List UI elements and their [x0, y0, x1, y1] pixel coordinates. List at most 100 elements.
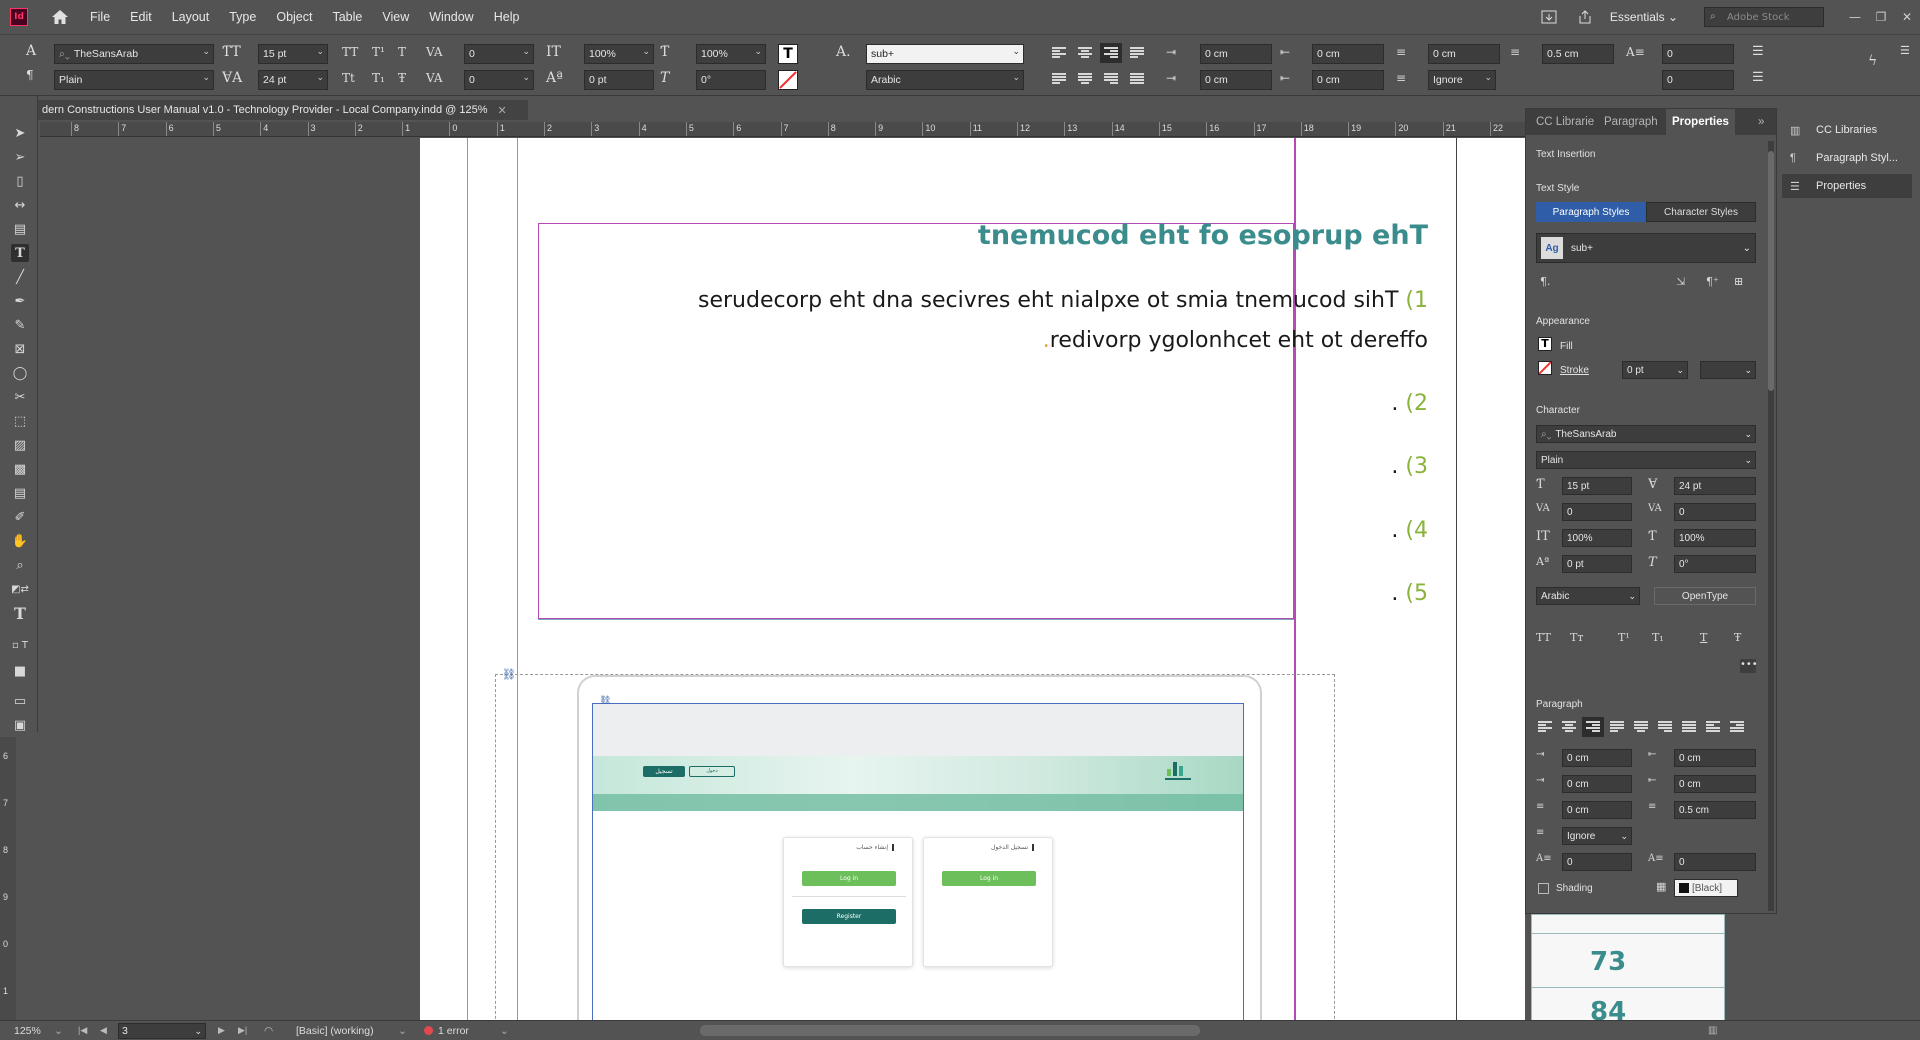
pen-tool-icon[interactable]: ✒	[11, 292, 29, 310]
underline-icon[interactable]: T	[1700, 631, 1707, 644]
page-number-field[interactable]: 3 ⌄	[118, 1023, 206, 1039]
paragraph-1-line-2[interactable]: .redivorp ygolonhcet eht ot dereffo	[1043, 328, 1428, 353]
stroke-type-field[interactable]: ⌄	[1700, 361, 1756, 379]
free-transform-tool-icon[interactable]: ⬚	[11, 412, 29, 430]
font-size-field[interactable]: 15 pt ⌄	[258, 44, 328, 64]
gradient-swatch-tool-icon[interactable]: ▨	[11, 436, 29, 454]
scissors-tool-icon[interactable]: ✂	[11, 388, 29, 406]
stroke-label[interactable]: Stroke	[1560, 365, 1589, 376]
direct-selection-tool-icon[interactable]: ➢	[11, 148, 29, 166]
font-style-field[interactable]: Plain ⌄	[1536, 451, 1756, 469]
restore-button[interactable]: ❐	[1868, 10, 1894, 24]
justify-center-icon[interactable]	[1078, 73, 1092, 85]
tracking-field[interactable]: 0	[1674, 503, 1756, 521]
menu-edit[interactable]: Edit	[130, 10, 152, 24]
profile-dropdown-icon[interactable]: ⌄	[398, 1025, 407, 1037]
new-style-icon[interactable]: ⊞	[1734, 275, 1743, 288]
panel-scrollbar[interactable]	[1768, 141, 1774, 911]
list-item[interactable]: . (3	[1391, 454, 1428, 479]
drop-cap-chars-field[interactable]: 0	[1662, 70, 1734, 90]
close-window-button[interactable]: ✕	[1894, 10, 1920, 24]
page-preview-strip[interactable]: 73 84	[1531, 914, 1725, 1023]
small-caps-icon[interactable]: Tт	[1570, 631, 1583, 644]
justify-right-icon[interactable]	[1104, 73, 1118, 85]
left-indent-field[interactable]: 0 cm	[1200, 44, 1272, 64]
selection-tool-icon[interactable]: ➤	[11, 124, 29, 142]
preflight-profile[interactable]: [Basic] (working)	[296, 1025, 374, 1037]
shading-checkbox[interactable]	[1538, 883, 1549, 894]
menu-type[interactable]: Type	[229, 10, 256, 24]
vertical-ruler[interactable]: 6 7 8 9 0 1	[0, 737, 16, 1020]
vertical-scale-field[interactable]: 100% ⌄	[584, 44, 654, 64]
type-tool-icon[interactable]: T	[11, 244, 29, 262]
space-after-field[interactable]: 0.5 cm	[1542, 44, 1614, 64]
font-family-field[interactable]: ⌕⌄ TheSansArab ⌄	[54, 44, 214, 64]
first-line-indent-field[interactable]: 0 cm	[1562, 775, 1632, 793]
fill-stroke-swatch-icon[interactable]: T	[11, 604, 29, 623]
leading-field[interactable]: 24 pt ⌄	[258, 70, 328, 90]
note-tool-icon[interactable]: ▤	[11, 484, 29, 502]
last-line-indent-field[interactable]: 0 cm	[1312, 70, 1384, 90]
last-line-indent-field[interactable]: 0 cm	[1674, 775, 1756, 793]
sync-style-icon[interactable]: ⇲	[1676, 275, 1685, 288]
align-left-icon[interactable]	[1052, 47, 1066, 59]
all-caps-icon[interactable]: TT	[1536, 631, 1551, 644]
minimize-button[interactable]: —	[1842, 10, 1868, 24]
leading-field[interactable]: 24 pt	[1674, 477, 1756, 495]
hand-tool-icon[interactable]: ✋	[11, 532, 29, 550]
menu-window[interactable]: Window	[429, 10, 473, 24]
justify-left-icon[interactable]	[1052, 73, 1066, 85]
embedded-screenshot[interactable]: ⛓ تسجيل دخول إنشاء حساب Log in Register …	[592, 696, 1244, 1023]
language-field[interactable]: Arabic ⌄	[1536, 587, 1640, 605]
horizontal-ruler[interactable]: 8 7 6 5 4 3 2 1 0 1 2 3 4 5 6 7 8 9 10 11 12 13 14 15 16 17 18 19 20…	[40, 122, 1525, 137]
text-fill-swatch[interactable]: T	[778, 44, 798, 64]
section-heading[interactable]: tnemucod eht fo esoprup ehT	[978, 220, 1428, 251]
tab-cc-libraries[interactable]: CC Librarie	[1530, 109, 1600, 135]
horizontal-scrollbar[interactable]	[700, 1025, 1200, 1036]
align-towards-spine-icon[interactable]	[1130, 47, 1144, 59]
skew-field[interactable]: 0°	[1674, 555, 1756, 573]
zoom-tool-icon[interactable]: ⌕	[11, 556, 29, 574]
menu-help[interactable]: Help	[494, 10, 520, 24]
baseline-shift-field[interactable]: 0 pt	[1562, 555, 1632, 573]
character-styles-toggle[interactable]: Character Styles	[1646, 202, 1756, 222]
list-item[interactable]: . (2	[1391, 391, 1428, 416]
justify-all-icon[interactable]	[1682, 721, 1696, 733]
menu-table[interactable]: Table	[332, 10, 362, 24]
text-stroke-swatch[interactable]	[778, 70, 798, 90]
next-page-icon[interactable]: ▶	[218, 1025, 225, 1036]
numbering-icon[interactable]: ☰	[1752, 70, 1764, 85]
kerning-field[interactable]: 0 ⌄	[464, 44, 534, 64]
rectangle-frame-tool-icon[interactable]: ⊠	[11, 340, 29, 358]
pasteboard[interactable]: tnemucod eht fo esoprup ehT serudecorp e…	[40, 138, 1525, 1023]
baseline-shift-field[interactable]: 0 pt	[584, 70, 654, 90]
kerning-field[interactable]: 0	[1562, 503, 1632, 521]
menu-object[interactable]: Object	[276, 10, 312, 24]
gap-tool-icon[interactable]: ↔	[11, 196, 29, 214]
text-frame[interactable]	[538, 223, 1294, 619]
preflight-errors[interactable]: 1 error	[424, 1025, 469, 1037]
tab-paragraph[interactable]: Paragraph	[1598, 109, 1664, 135]
horizontal-scale-field[interactable]: 100% ⌄	[696, 44, 766, 64]
eyedropper-tool-icon[interactable]: ✐	[11, 508, 29, 526]
quick-apply-icon[interactable]: ϟ	[1868, 53, 1877, 69]
menu-view[interactable]: View	[382, 10, 409, 24]
justify-center-icon[interactable]	[1634, 721, 1648, 733]
superscript-icon[interactable]: T¹	[372, 45, 385, 59]
underline-icon[interactable]: T	[398, 45, 406, 59]
skew-field[interactable]: 0°	[696, 70, 766, 90]
previous-page-icon[interactable]: ◀	[100, 1025, 107, 1036]
align-center-icon[interactable]	[1562, 721, 1576, 733]
align-right-icon[interactable]	[1100, 43, 1122, 63]
align-left-icon[interactable]	[1538, 721, 1552, 733]
superscript-icon[interactable]: T¹	[1618, 631, 1630, 644]
screen-mode-icon[interactable]: ▭	[11, 692, 29, 710]
content-collector-icon[interactable]: ▤	[11, 220, 29, 238]
justify-right-icon[interactable]	[1658, 721, 1672, 733]
font-family-field[interactable]: ⌕⌄ TheSansArab ⌄	[1536, 425, 1756, 443]
space-after-field[interactable]: 0.5 cm	[1674, 801, 1756, 819]
subscript-icon[interactable]: T₁	[372, 71, 385, 85]
document-tab[interactable]: dern Constructions User Manual v1.0 - Te…	[38, 100, 528, 120]
page-tool-icon[interactable]: ▯	[11, 172, 29, 190]
paragraph-styles-panel-button[interactable]: ¶ Paragraph Styl...	[1782, 146, 1912, 170]
